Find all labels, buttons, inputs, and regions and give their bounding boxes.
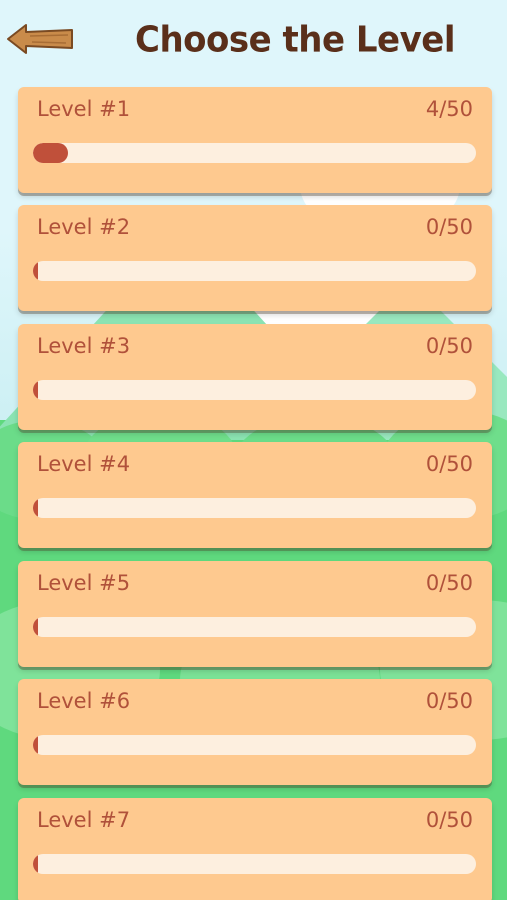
progress-bar [33, 143, 476, 163]
level-card-5[interactable]: Level #5 0/50 [18, 561, 492, 667]
level-progress-count: 0/50 [425, 808, 473, 832]
level-progress-count: 0/50 [425, 215, 473, 239]
level-progress-count: 0/50 [425, 571, 473, 595]
progress-bar [33, 854, 476, 874]
level-card-1[interactable]: Level #1 4/50 [18, 87, 492, 193]
level-progress-count: 0/50 [425, 689, 473, 713]
level-name: Level #2 [37, 215, 131, 239]
level-name: Level #6 [37, 689, 131, 713]
level-progress-count: 0/50 [425, 334, 473, 358]
progress-fill [33, 617, 38, 637]
level-name: Level #3 [37, 334, 131, 358]
progress-bar [33, 261, 476, 281]
progress-fill [33, 261, 38, 281]
level-card-6[interactable]: Level #6 0/50 [18, 679, 492, 785]
level-card-4[interactable]: Level #4 0/50 [18, 442, 492, 548]
progress-bar [33, 617, 476, 637]
progress-bar [33, 735, 476, 755]
progress-fill [33, 498, 38, 518]
level-name: Level #4 [37, 452, 131, 476]
progress-fill [33, 380, 38, 400]
level-card-7[interactable]: Level #7 0/50 [18, 798, 492, 900]
level-name: Level #1 [37, 97, 131, 121]
level-progress-count: 0/50 [425, 452, 473, 476]
progress-bar [33, 498, 476, 518]
progress-fill [33, 735, 38, 755]
progress-fill [33, 854, 38, 874]
level-name: Level #7 [37, 808, 131, 832]
level-name: Level #5 [37, 571, 131, 595]
level-progress-count: 4/50 [425, 97, 473, 121]
level-card-2[interactable]: Level #2 0/50 [18, 205, 492, 311]
progress-bar [33, 380, 476, 400]
progress-fill [33, 143, 68, 163]
level-list: Level #1 4/50 Level #2 0/50 Level #3 0/5… [0, 0, 507, 900]
level-card-3[interactable]: Level #3 0/50 [18, 324, 492, 430]
